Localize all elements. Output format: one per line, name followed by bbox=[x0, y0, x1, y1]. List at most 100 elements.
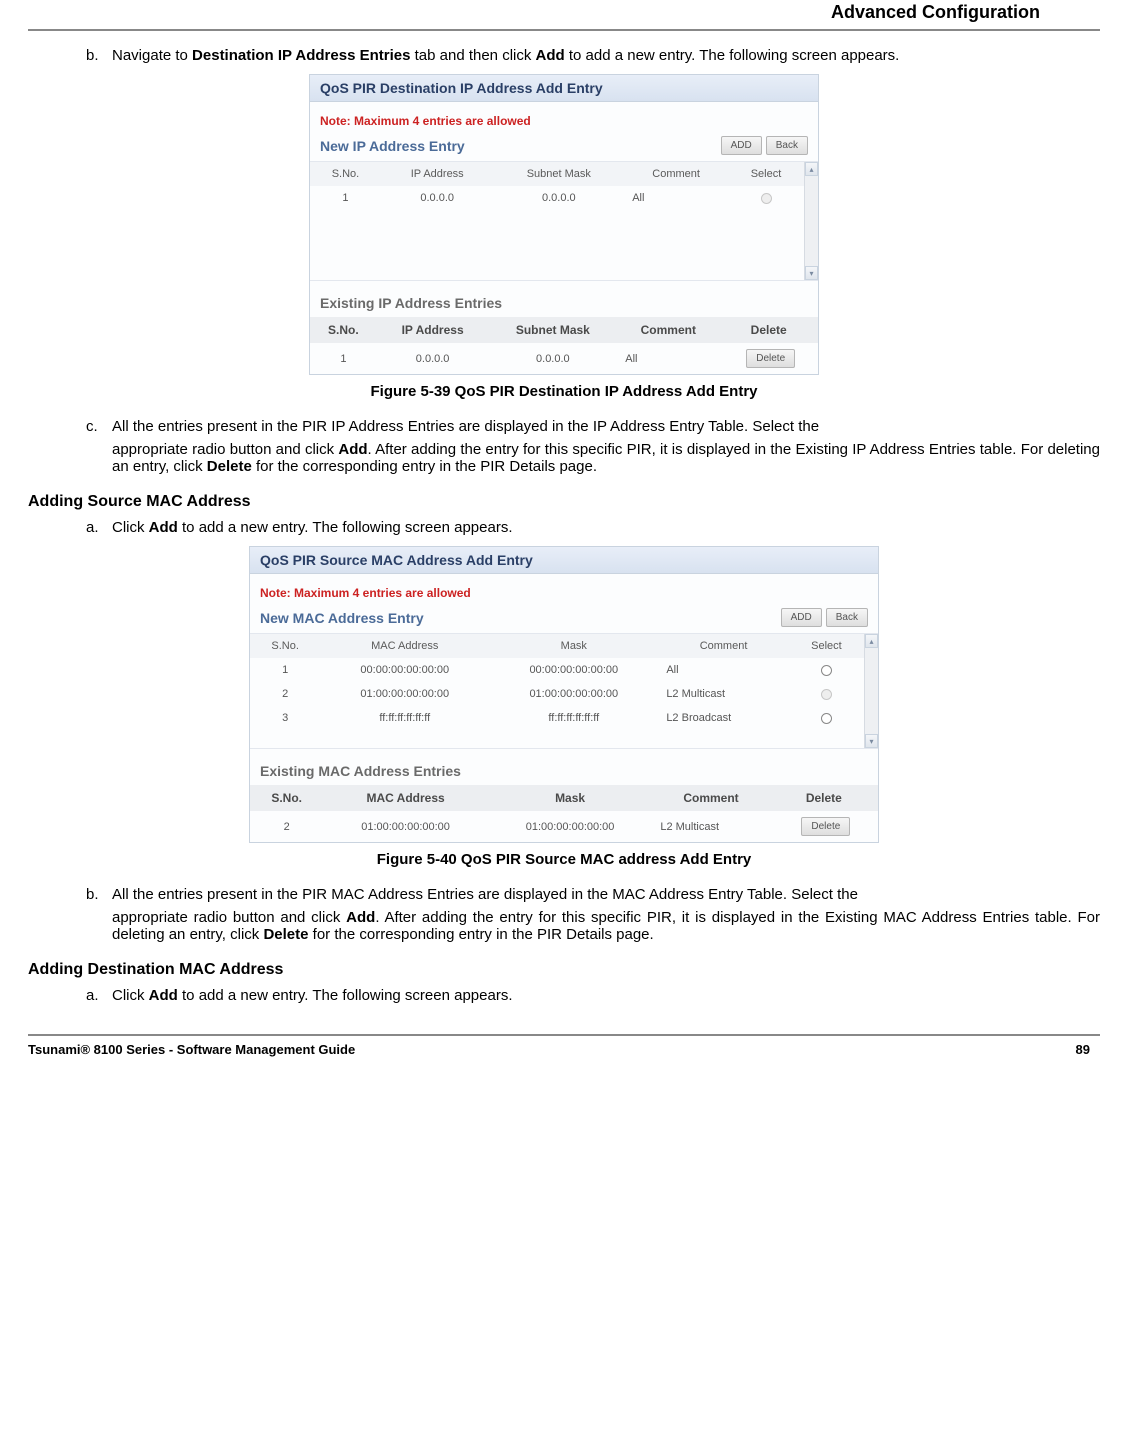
panel-note: Note: Maximum 4 entries are allowed bbox=[250, 574, 878, 606]
panel-note: Note: Maximum 4 entries are allowed bbox=[310, 102, 818, 134]
col-mask: Subnet Mask bbox=[493, 162, 624, 186]
delete-button[interactable]: Delete bbox=[801, 817, 850, 836]
add-button[interactable]: ADD bbox=[721, 136, 762, 155]
qos-ip-panel: QoS PIR Destination IP Address Add Entry… bbox=[309, 74, 819, 375]
scroll-up-icon[interactable]: ▴ bbox=[865, 634, 878, 648]
bold-delete: Delete bbox=[263, 926, 308, 943]
text: Click bbox=[112, 987, 149, 1004]
col-comment: Comment bbox=[617, 317, 719, 343]
cell-mask: 0.0.0.0 bbox=[488, 343, 617, 374]
col-comment: Comment bbox=[624, 162, 728, 186]
col-sno: S.No. bbox=[310, 162, 381, 186]
cell-sno: 1 bbox=[250, 658, 320, 682]
step-c-continued: appropriate radio button and click Add. … bbox=[112, 441, 1100, 475]
scroll-up-icon[interactable]: ▴ bbox=[805, 162, 818, 176]
delete-button[interactable]: Delete bbox=[746, 349, 795, 368]
cell-sno: 2 bbox=[250, 682, 320, 706]
col-ip: IP Address bbox=[381, 162, 494, 186]
col-select: Select bbox=[728, 162, 804, 186]
panel-title: QoS PIR Destination IP Address Add Entry bbox=[310, 75, 818, 102]
col-sno: S.No. bbox=[250, 785, 323, 811]
header-rule bbox=[28, 29, 1100, 31]
scroll-down-icon[interactable]: ▾ bbox=[865, 734, 878, 748]
table-row: 2 01:00:00:00:00:00 01:00:00:00:00:00 L2… bbox=[250, 811, 878, 842]
text: to add a new entry. The following screen… bbox=[565, 47, 900, 64]
table-row: 1 0.0.0.0 0.0.0.0 All bbox=[310, 186, 804, 210]
new-ip-section-title: New IP Address Entry bbox=[320, 138, 717, 154]
bold-add: Add bbox=[149, 519, 178, 536]
cell-mac: ff:ff:ff:ff:ff:ff bbox=[320, 706, 489, 730]
table-row: 3 ff:ff:ff:ff:ff:ff ff:ff:ff:ff:ff:ff L2… bbox=[250, 706, 864, 730]
new-ip-table: S.No. IP Address Subnet Mask Comment Sel… bbox=[310, 162, 804, 280]
col-sno: S.No. bbox=[310, 317, 377, 343]
existing-mac-table: S.No. MAC Address Mask Comment Delete 2 … bbox=[250, 785, 878, 842]
existing-ip-section-title: Existing IP Address Entries bbox=[320, 295, 808, 311]
step-letter: c. bbox=[86, 418, 112, 435]
cell-mask: ff:ff:ff:ff:ff:ff bbox=[489, 706, 658, 730]
col-sno: S.No. bbox=[250, 634, 320, 658]
col-ip: IP Address bbox=[377, 317, 489, 343]
cell-comment: L2 Broadcast bbox=[658, 706, 788, 730]
step-b-mac: b. All the entries present in the PIR MA… bbox=[86, 886, 1100, 903]
bold-add: Add bbox=[536, 47, 565, 64]
text: appropriate radio button and click bbox=[112, 441, 338, 458]
new-mac-table: S.No. MAC Address Mask Comment Select 1 … bbox=[250, 634, 864, 748]
scrollbar[interactable]: ▴ ▾ bbox=[804, 162, 818, 280]
col-mask: Mask bbox=[489, 634, 658, 658]
cell-mask: 00:00:00:00:00:00 bbox=[489, 658, 658, 682]
col-delete: Delete bbox=[719, 317, 818, 343]
step-c: c. All the entries present in the PIR IP… bbox=[86, 418, 1100, 435]
step-b: b. Navigate to Destination IP Address En… bbox=[86, 47, 1100, 64]
panel-title: QoS PIR Source MAC Address Add Entry bbox=[250, 547, 878, 574]
text: Navigate to bbox=[112, 47, 192, 64]
select-radio[interactable] bbox=[761, 193, 772, 204]
cell-comment: All bbox=[658, 658, 788, 682]
cell-comment: All bbox=[624, 186, 728, 210]
text: for the corresponding entry in the PIR D… bbox=[309, 926, 654, 943]
heading-src-mac: Adding Source MAC Address bbox=[28, 493, 1100, 511]
back-button[interactable]: Back bbox=[826, 608, 868, 627]
scroll-down-icon[interactable]: ▾ bbox=[805, 266, 818, 280]
step-letter: a. bbox=[86, 519, 112, 536]
cell-comment: L2 Multicast bbox=[658, 682, 788, 706]
bold-add: Add bbox=[149, 987, 178, 1004]
text: appropriate radio button and click bbox=[112, 909, 346, 926]
footer-page-number: 89 bbox=[1076, 1042, 1090, 1057]
text: tab and then click bbox=[410, 47, 535, 64]
footer-guide-title: Tsunami® 8100 Series - Software Manageme… bbox=[28, 1042, 355, 1057]
text: Click bbox=[112, 519, 149, 536]
col-mask: Mask bbox=[488, 785, 653, 811]
table-row: 1 0.0.0.0 0.0.0.0 All Delete bbox=[310, 343, 818, 374]
col-mask: Subnet Mask bbox=[488, 317, 617, 343]
col-select: Select bbox=[789, 634, 864, 658]
figure-caption-40: Figure 5-40 QoS PIR Source MAC address A… bbox=[28, 851, 1100, 868]
add-button[interactable]: ADD bbox=[781, 608, 822, 627]
col-mac: MAC Address bbox=[323, 785, 488, 811]
scrollbar[interactable]: ▴ ▾ bbox=[864, 634, 878, 748]
cell-mac: 00:00:00:00:00:00 bbox=[320, 658, 489, 682]
cell-mac: 01:00:00:00:00:00 bbox=[320, 682, 489, 706]
col-comment: Comment bbox=[658, 634, 788, 658]
col-delete: Delete bbox=[770, 785, 878, 811]
cell-sno: 2 bbox=[250, 811, 323, 842]
step-a-dst-mac: a. Click Add to add a new entry. The fol… bbox=[86, 987, 1100, 1004]
bold-add: Add bbox=[338, 441, 367, 458]
back-button[interactable]: Back bbox=[766, 136, 808, 155]
cell-ip: 0.0.0.0 bbox=[377, 343, 489, 374]
select-radio[interactable] bbox=[821, 689, 832, 700]
bold-add: Add bbox=[346, 909, 375, 926]
text: All the entries present in the PIR MAC A… bbox=[112, 886, 858, 903]
step-a-src-mac: a. Click Add to add a new entry. The fol… bbox=[86, 519, 1100, 536]
text: for the corresponding entry in the PIR D… bbox=[252, 458, 597, 475]
select-radio[interactable] bbox=[821, 665, 832, 676]
cell-sno: 1 bbox=[310, 343, 377, 374]
heading-dst-mac: Adding Destination MAC Address bbox=[28, 961, 1100, 979]
col-comment: Comment bbox=[652, 785, 769, 811]
step-letter: b. bbox=[86, 886, 112, 903]
cell-mask: 01:00:00:00:00:00 bbox=[488, 811, 653, 842]
existing-mac-section-title: Existing MAC Address Entries bbox=[260, 763, 868, 779]
text: to add a new entry. The following screen… bbox=[178, 519, 513, 536]
text: to add a new entry. The following screen… bbox=[178, 987, 513, 1004]
page-section-title: Advanced Configuration bbox=[28, 0, 1100, 29]
select-radio[interactable] bbox=[821, 713, 832, 724]
